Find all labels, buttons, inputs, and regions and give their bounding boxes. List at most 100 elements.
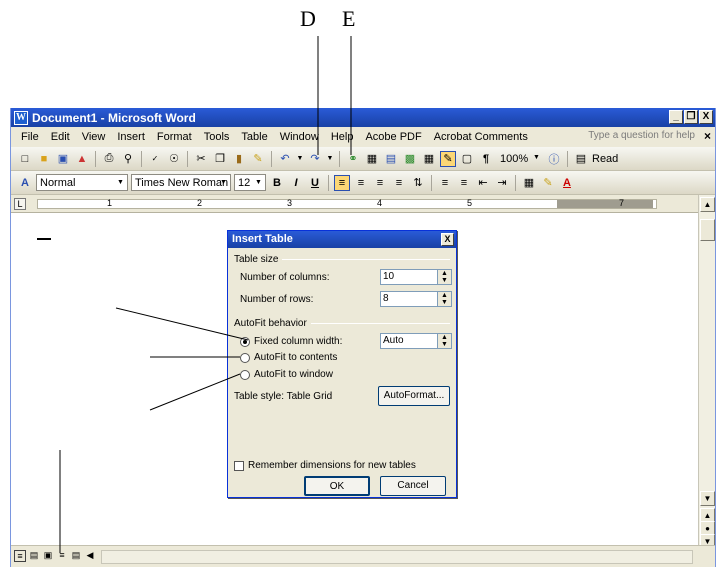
permission-icon[interactable]: ▲ — [74, 151, 90, 167]
research-icon[interactable]: ☉ — [166, 151, 182, 167]
menu-window[interactable]: Window — [274, 131, 325, 143]
chevron-down-icon: ▼ — [117, 179, 124, 186]
menu-edit[interactable]: Edit — [45, 131, 76, 143]
menu-tools[interactable]: Tools — [198, 131, 236, 143]
save-icon[interactable]: ▣ — [55, 151, 71, 167]
fixed-width-spinner[interactable]: Auto ▲ ▼ — [380, 333, 452, 349]
font-color-button[interactable]: A — [559, 175, 575, 191]
menu-table[interactable]: Table — [235, 131, 273, 143]
undo-icon[interactable]: ↶ — [277, 151, 293, 167]
menu-view[interactable]: View — [76, 131, 112, 143]
scroll-down-icon[interactable]: ▼ — [700, 491, 715, 506]
bullets-icon[interactable]: ≡ — [456, 175, 472, 191]
help-search-box[interactable]: Type a question for help — [588, 130, 695, 141]
read-button[interactable]: Read — [592, 153, 618, 165]
maximize-button[interactable]: ❐ — [684, 110, 698, 124]
close-window-button[interactable]: X — [699, 110, 713, 124]
columns-icon[interactable]: ▦ — [421, 151, 437, 167]
normal-view-icon[interactable]: ≡ — [14, 550, 26, 562]
numbering-icon[interactable]: ≡ — [437, 175, 453, 191]
close-document-button[interactable]: × — [704, 129, 711, 143]
insert-excel-icon[interactable]: ▩ — [402, 151, 418, 167]
paste-icon[interactable]: ▮ — [231, 151, 247, 167]
print-icon[interactable]: ⎙ — [101, 151, 117, 167]
menu-help[interactable]: Help — [325, 131, 360, 143]
minimize-button[interactable]: _ — [669, 110, 683, 124]
redo-icon[interactable]: ↷ — [307, 151, 323, 167]
ok-button[interactable]: OK — [304, 476, 370, 496]
horizontal-scrollbar[interactable] — [101, 550, 693, 564]
show-hide-icon[interactable]: ¶ — [478, 151, 494, 167]
styles-formatting-icon[interactable]: A — [17, 175, 33, 191]
menu-acrobat-comments[interactable]: Acrobat Comments — [428, 131, 534, 143]
redo-dropdown-icon[interactable]: ▼ — [326, 151, 334, 167]
tables-borders-icon[interactable]: ▦ — [364, 151, 380, 167]
tab-selector-icon[interactable]: L — [14, 198, 26, 210]
font-size-select[interactable]: 12 ▼ — [234, 174, 266, 191]
open-folder-icon[interactable]: ■ — [36, 151, 52, 167]
align-center-icon[interactable]: ≡ — [353, 175, 369, 191]
underline-button[interactable]: U — [307, 175, 323, 191]
autoformat-button[interactable]: AutoFormat... — [378, 386, 450, 406]
hyperlink-icon[interactable]: ⚭ — [345, 151, 361, 167]
autofit-contents-radio[interactable]: AutoFit to contents — [240, 352, 337, 363]
reading-layout-icon[interactable]: ▤ — [70, 550, 82, 562]
autofit-contents-label: AutoFit to contents — [254, 352, 338, 363]
spinner-arrows-icon[interactable]: ▲ ▼ — [437, 334, 451, 348]
toolbar-separator — [567, 150, 568, 167]
document-map-icon[interactable]: ▢ — [459, 151, 475, 167]
horizontal-ruler[interactable]: L 1 2 3 4 5 7 — [11, 195, 711, 213]
rows-spinner[interactable]: 8 ▲ ▼ — [380, 291, 452, 307]
drawing-icon[interactable]: ✎ — [440, 150, 456, 167]
spinner-arrows-icon[interactable]: ▲ ▼ — [437, 292, 451, 306]
zoom-select[interactable]: 100% ▼ — [497, 150, 543, 167]
font-value: Times New Roman — [135, 176, 229, 189]
bold-button[interactable]: B — [269, 175, 285, 191]
scroll-left-icon[interactable]: ◀ — [84, 550, 96, 562]
italic-button[interactable]: I — [288, 175, 304, 191]
title-bar[interactable]: W Document1 - Microsoft Word _ ❐ X — [11, 108, 715, 127]
columns-spinner[interactable]: 10 ▲ ▼ — [380, 269, 452, 285]
spelling-icon[interactable]: ✓ — [147, 151, 163, 167]
cancel-button[interactable]: Cancel — [380, 476, 446, 496]
autofit-window-label: AutoFit to window — [254, 369, 333, 380]
help-icon[interactable]: ⓘ — [546, 151, 562, 167]
line-spacing-icon[interactable]: ⇅ — [410, 175, 426, 191]
align-left-icon[interactable]: ≡ — [334, 174, 350, 191]
align-right-icon[interactable]: ≡ — [372, 175, 388, 191]
new-document-icon[interactable]: □ — [17, 151, 33, 167]
outline-view-icon[interactable]: ≡ — [56, 550, 68, 562]
undo-dropdown-icon[interactable]: ▼ — [296, 151, 304, 167]
menu-format[interactable]: Format — [151, 131, 198, 143]
word-app-icon[interactable]: W — [14, 110, 28, 125]
spinner-arrows-icon[interactable]: ▲ ▼ — [437, 270, 451, 284]
menu-file[interactable]: File — [15, 131, 45, 143]
font-select[interactable]: Times New Roman ▼ — [131, 174, 231, 191]
print-preview-icon[interactable]: ⚲ — [120, 151, 136, 167]
insert-table-icon[interactable]: ▤ — [383, 151, 399, 167]
copy-icon[interactable]: ❐ — [212, 151, 228, 167]
view-bar: ≡ ▤ ▣ ≡ ▤ ◀ — [11, 545, 715, 567]
web-layout-icon[interactable]: ▤ — [28, 550, 40, 562]
format-painter-icon[interactable]: ✎ — [250, 151, 266, 167]
scroll-up-icon[interactable]: ▲ — [700, 197, 715, 212]
autofit-window-radio[interactable]: AutoFit to window — [240, 369, 333, 380]
scroll-thumb[interactable] — [700, 219, 715, 241]
fixed-width-radio[interactable]: Fixed column width: — [240, 336, 342, 347]
remember-dimensions-checkbox[interactable]: Remember dimensions for new tables — [234, 460, 416, 471]
print-layout-icon[interactable]: ▣ — [42, 550, 54, 562]
cut-icon[interactable]: ✂ — [193, 151, 209, 167]
highlight-icon[interactable]: ✎ — [540, 175, 556, 191]
decrease-indent-icon[interactable]: ⇤ — [475, 175, 491, 191]
menu-adobe-pdf[interactable]: Acobe PDF — [359, 131, 427, 143]
columns-value: 10 — [383, 271, 395, 282]
dialog-title-bar[interactable]: Insert Table X — [228, 231, 456, 248]
read-icon[interactable]: ▤ — [573, 151, 589, 167]
style-select[interactable]: Normal ▼ — [36, 174, 128, 191]
borders-icon[interactable]: ▦ — [521, 175, 537, 191]
menu-insert[interactable]: Insert — [111, 131, 151, 143]
dialog-close-button[interactable]: X — [441, 233, 454, 246]
increase-indent-icon[interactable]: ⇥ — [494, 175, 510, 191]
justify-icon[interactable]: ≡ — [391, 175, 407, 191]
vertical-scrollbar[interactable]: ▲ ▼ ▲ ● ▼ — [698, 195, 715, 549]
